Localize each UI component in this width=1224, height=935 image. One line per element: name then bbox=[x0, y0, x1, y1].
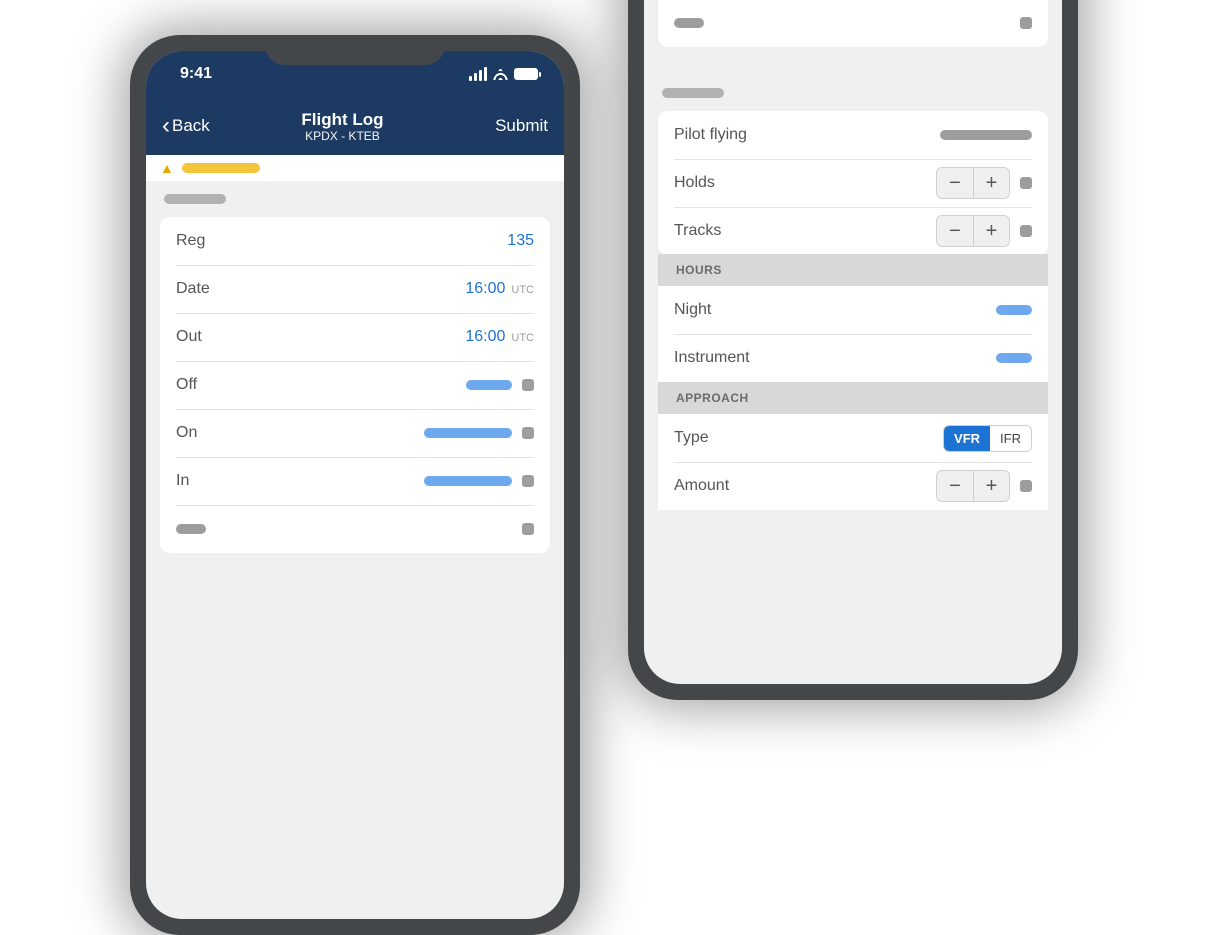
hours-card: Night Instrument bbox=[658, 286, 1048, 382]
stepper-plus-button[interactable]: + bbox=[973, 168, 1009, 198]
row-value-placeholder bbox=[424, 475, 534, 487]
type-segmented[interactable]: VFR IFR bbox=[943, 425, 1032, 452]
row-type: Type VFR IFR bbox=[658, 414, 1048, 462]
value-bar bbox=[424, 476, 512, 486]
wifi-icon bbox=[492, 68, 509, 80]
holds-stepper[interactable]: − + bbox=[936, 167, 1010, 199]
row-label: Holds bbox=[674, 174, 715, 192]
row-amount: Amount − + bbox=[658, 462, 1048, 510]
row-value: 135 bbox=[507, 232, 534, 250]
row-value-placeholder bbox=[466, 379, 534, 391]
row-unit: UTC bbox=[511, 332, 534, 344]
chevron-left-icon: ‹ bbox=[162, 114, 170, 138]
value-unit-placeholder bbox=[522, 523, 534, 535]
row-tracks: Tracks − + bbox=[658, 207, 1048, 255]
row-label: Tracks bbox=[674, 222, 721, 240]
status-time: 9:41 bbox=[180, 65, 212, 83]
row-in[interactable]: In bbox=[160, 457, 550, 505]
row-label: Instrument bbox=[674, 349, 750, 367]
submit-button[interactable]: Submit bbox=[495, 116, 548, 136]
row-unit: UTC bbox=[511, 284, 534, 296]
value-unit-placeholder bbox=[522, 379, 534, 391]
row-instrument[interactable]: Instrument bbox=[658, 334, 1048, 382]
row-value: 16:00 bbox=[465, 280, 505, 298]
nav-title-sub: KPDX - KTEB bbox=[190, 129, 495, 143]
row-value-placeholder bbox=[996, 305, 1032, 315]
row-value-placeholder bbox=[940, 130, 1032, 140]
value-unit-placeholder bbox=[1020, 480, 1032, 492]
tracks-stepper[interactable]: − + bbox=[936, 215, 1010, 247]
row-label: In bbox=[176, 472, 189, 490]
row-label: Out bbox=[176, 328, 202, 346]
alert-strip: ▲ bbox=[146, 155, 564, 181]
section-hours: HOURS bbox=[658, 254, 1048, 286]
row-label: Night bbox=[674, 301, 711, 319]
row-label: On bbox=[176, 424, 197, 442]
nav-title-main: Flight Log bbox=[190, 110, 495, 130]
row-value: 16:00 bbox=[465, 328, 505, 346]
value-unit-placeholder bbox=[1020, 225, 1032, 237]
row-label: Type bbox=[674, 429, 709, 447]
row-value-placeholder bbox=[522, 523, 534, 535]
value-bar bbox=[996, 353, 1032, 363]
row-label-placeholder bbox=[674, 18, 704, 28]
stepper-minus-button[interactable]: − bbox=[937, 216, 973, 246]
phone-frame-left: 9:41 ‹ Back Flight Log KPDX - KTEB Submi… bbox=[130, 35, 580, 935]
value-unit-placeholder bbox=[522, 475, 534, 487]
value-bar bbox=[466, 380, 512, 390]
value-unit-placeholder bbox=[1020, 17, 1032, 29]
value-bar bbox=[996, 305, 1032, 315]
phone-screen-left: 9:41 ‹ Back Flight Log KPDX - KTEB Submi… bbox=[146, 51, 564, 919]
stepper-plus-button[interactable]: + bbox=[973, 471, 1009, 501]
section-header-placeholder bbox=[146, 181, 564, 217]
stepper-minus-button[interactable]: − bbox=[937, 168, 973, 198]
phone-notch bbox=[265, 35, 445, 65]
row-out[interactable]: Out 16:00 UTC bbox=[160, 313, 550, 361]
row-value-placeholder bbox=[1020, 17, 1032, 29]
value-bar bbox=[424, 428, 512, 438]
warning-icon: ▲ bbox=[160, 160, 174, 176]
section-approach: APPROACH bbox=[658, 382, 1048, 414]
phone-screen-right: In Pilot flying bbox=[644, 0, 1062, 684]
phone-frame-right: In Pilot flying bbox=[628, 0, 1078, 700]
stepper-plus-button[interactable]: + bbox=[973, 216, 1009, 246]
row-label: Off bbox=[176, 376, 197, 394]
row-value-placeholder bbox=[424, 427, 534, 439]
value-bar bbox=[940, 130, 1032, 140]
row-value-placeholder bbox=[996, 353, 1032, 363]
segment-ifr[interactable]: IFR bbox=[990, 426, 1031, 451]
row-placeholder[interactable] bbox=[658, 0, 1048, 47]
row-label-placeholder bbox=[176, 524, 206, 534]
approach-card: Type VFR IFR Amount − + bbox=[658, 414, 1048, 510]
row-date[interactable]: Date 16:00 UTC bbox=[160, 265, 550, 313]
row-night[interactable]: Night bbox=[658, 286, 1048, 334]
section-header-placeholder bbox=[644, 75, 1062, 111]
times-card-right: In bbox=[658, 0, 1048, 47]
row-off[interactable]: Off bbox=[160, 361, 550, 409]
row-on[interactable]: On bbox=[160, 409, 550, 457]
row-reg[interactable]: Reg 135 bbox=[160, 217, 550, 265]
row-holds: Holds − + bbox=[658, 159, 1048, 207]
row-pilot-flying[interactable]: Pilot flying bbox=[658, 111, 1048, 159]
nav-header: ‹ Back Flight Log KPDX - KTEB Submit bbox=[146, 97, 564, 155]
row-label: Pilot flying bbox=[674, 126, 747, 144]
alert-text-placeholder bbox=[182, 163, 260, 173]
flight-times-card: Reg 135 Date 16:00 UTC Out 16:00 UTC Off bbox=[160, 217, 550, 553]
status-icons bbox=[469, 67, 538, 81]
value-unit-placeholder bbox=[522, 427, 534, 439]
nav-title: Flight Log KPDX - KTEB bbox=[190, 110, 495, 143]
row-label: Date bbox=[176, 280, 210, 298]
amount-stepper[interactable]: − + bbox=[936, 470, 1010, 502]
row-placeholder[interactable] bbox=[160, 505, 550, 553]
stepper-minus-button[interactable]: − bbox=[937, 471, 973, 501]
signal-icon bbox=[469, 67, 487, 81]
flying-card: Pilot flying Holds − + bbox=[658, 111, 1048, 255]
segment-vfr[interactable]: VFR bbox=[944, 426, 990, 451]
battery-icon bbox=[514, 68, 538, 80]
row-label: Reg bbox=[176, 232, 205, 250]
row-label: Amount bbox=[674, 477, 729, 495]
value-unit-placeholder bbox=[1020, 177, 1032, 189]
